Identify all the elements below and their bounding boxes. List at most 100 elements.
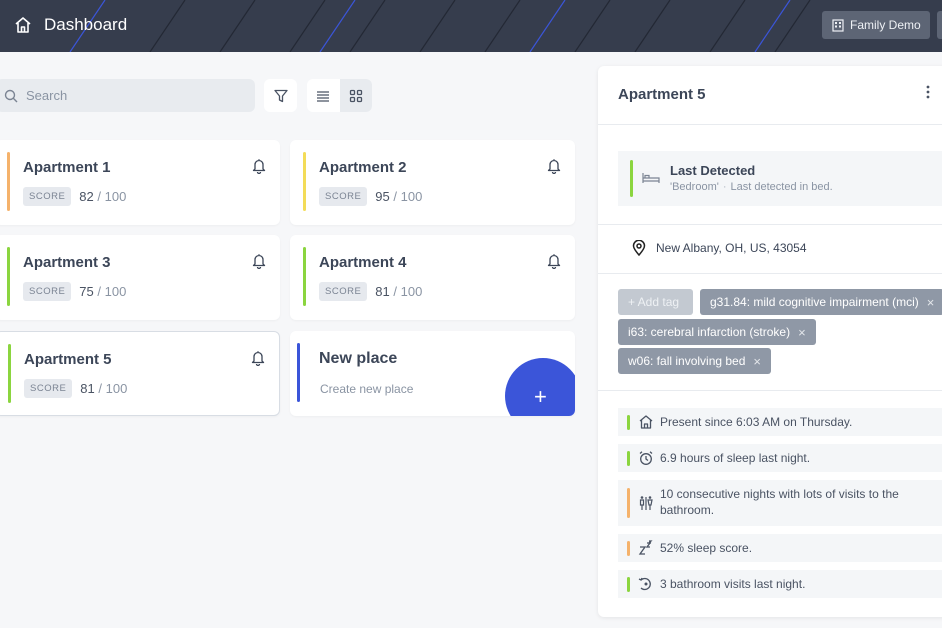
tag-label: g31.84: mild cognitive impairment (mci) (710, 295, 919, 309)
insight-text: 10 consecutive nights with lots of visit… (660, 487, 899, 517)
place-name: Apartment 4 (319, 254, 407, 271)
bathroom-visit-icon (638, 577, 651, 591)
score-value: 81 / 100 (80, 381, 127, 396)
new-place-card[interactable]: New place Create new place + (290, 331, 575, 416)
tag-chip: i63: cerebral infarction (stroke) × (618, 319, 816, 345)
score-max: 100 (400, 189, 423, 204)
search-input[interactable] (26, 88, 226, 103)
last-detected-detail: 'Bedroom' · Last detected in bed. (670, 181, 833, 193)
score-separator: / (393, 284, 398, 299)
score-separator: / (97, 189, 102, 204)
score-badge: SCORE (319, 187, 368, 206)
score-max: 100 (105, 381, 128, 396)
separator-dot: · (722, 181, 727, 193)
grid-view-button[interactable] (339, 79, 372, 112)
alarm-clock-icon (639, 451, 653, 465)
add-place-button[interactable]: + (505, 358, 575, 416)
remove-tag-icon[interactable]: × (798, 325, 806, 340)
status-bar (627, 577, 630, 592)
home-icon (639, 415, 653, 429)
insight-row: 6.9 hours of sleep last night. (618, 444, 942, 472)
address-row: New Albany, OH, US, 43054 (632, 240, 807, 256)
place-card[interactable]: Apartment 2 SCORE 95 / 100 (290, 140, 575, 225)
score-badge: SCORE (23, 187, 72, 206)
score-max: 100 (400, 284, 423, 299)
grid-view-icon (349, 89, 362, 102)
home-icon[interactable] (14, 16, 32, 34)
filter-button[interactable] (264, 79, 297, 112)
add-tag-button[interactable]: + Add tag (618, 289, 693, 315)
more-options-icon[interactable] (924, 84, 932, 100)
insight-row: 10 consecutive nights with lots of visit… (618, 480, 942, 526)
score-number: 82 (79, 189, 94, 204)
search-box (0, 79, 255, 112)
bell-icon[interactable] (252, 158, 266, 174)
place-name: Apartment 2 (319, 159, 407, 176)
place-card[interactable]: Apartment 4 SCORE 81 / 100 (290, 235, 575, 320)
place-card[interactable]: Apartment 3 SCORE 75 / 100 (0, 235, 280, 320)
tag-label: w06: fall involving bed (628, 354, 746, 368)
insight-text: Present since 6:03 AM on Thursday. (660, 415, 853, 429)
app-header: Dashboard Family Demo (0, 0, 942, 52)
score-max: 100 (104, 189, 127, 204)
score-number: 75 (79, 284, 94, 299)
score-value: 81 / 100 (375, 284, 422, 299)
insight-text: 6.9 hours of sleep last night. (660, 451, 811, 465)
status-bar (627, 451, 630, 466)
score-value: 82 / 100 (79, 189, 126, 204)
divider (598, 224, 942, 225)
bathroom-icon (639, 496, 653, 510)
score-number: 95 (375, 189, 390, 204)
new-place-accent-bar (297, 343, 300, 402)
insight-row: 3 bathroom visits last night. (618, 570, 942, 598)
place-card[interactable]: Apartment 1 SCORE 82 / 100 (0, 140, 280, 225)
score-row: SCORE 95 / 100 (319, 187, 422, 206)
status-bar (303, 247, 306, 306)
score-value: 95 / 100 (375, 189, 422, 204)
divider (598, 390, 942, 391)
remove-tag-icon[interactable]: × (753, 354, 761, 369)
insight-row: Present since 6:03 AM on Thursday. (618, 408, 942, 436)
score-value: 75 / 100 (79, 284, 126, 299)
sleep-zzz-icon (638, 540, 653, 555)
status-bar (7, 247, 10, 306)
insight-text: 3 bathroom visits last night. (660, 577, 806, 591)
page-title: Dashboard (44, 15, 128, 34)
last-detected-room: 'Bedroom' (670, 181, 719, 193)
plus-icon: + (534, 384, 547, 409)
bell-icon[interactable] (547, 253, 561, 269)
tag-chip: g31.84: mild cognitive impairment (mci) … (700, 289, 942, 315)
place-name: Apartment 1 (23, 159, 111, 176)
remove-tag-icon[interactable]: × (927, 295, 935, 310)
last-detected-card: Last Detected 'Bedroom' · Last detected in… (618, 151, 942, 206)
score-max: 100 (104, 284, 127, 299)
bell-icon[interactable] (547, 158, 561, 174)
bell-icon[interactable] (252, 253, 266, 269)
score-row: SCORE 81 / 100 (24, 379, 127, 398)
panel-title: Apartment 5 (618, 86, 706, 103)
place-card[interactable]: Apartment 5 SCORE 81 / 100 (0, 331, 280, 416)
view-toggle (307, 79, 372, 112)
new-place-subtitle: Create new place (320, 382, 414, 396)
address-text: New Albany, OH, US, 43054 (656, 241, 807, 255)
insight-row: 52% sleep score. (618, 534, 942, 562)
score-number: 81 (375, 284, 390, 299)
score-row: SCORE 82 / 100 (23, 187, 126, 206)
family-demo-label: Family Demo (850, 18, 921, 32)
last-detected-text: Last detected in bed. (730, 181, 833, 193)
score-badge: SCORE (23, 282, 72, 301)
score-row: SCORE 81 / 100 (319, 282, 422, 301)
place-name: Apartment 5 (24, 351, 112, 368)
status-bar (7, 152, 10, 211)
bell-icon[interactable] (251, 350, 265, 366)
tag-label: i63: cerebral infarction (stroke) (628, 325, 791, 339)
score-separator: / (97, 284, 102, 299)
header-extra-button[interactable] (937, 11, 942, 39)
location-pin-icon (632, 240, 646, 256)
status-bar (303, 152, 306, 211)
score-separator: / (98, 381, 103, 396)
family-demo-button[interactable]: Family Demo (822, 11, 930, 39)
search-icon (4, 89, 18, 102)
list-view-button[interactable] (307, 79, 340, 112)
filter-icon (273, 89, 288, 102)
